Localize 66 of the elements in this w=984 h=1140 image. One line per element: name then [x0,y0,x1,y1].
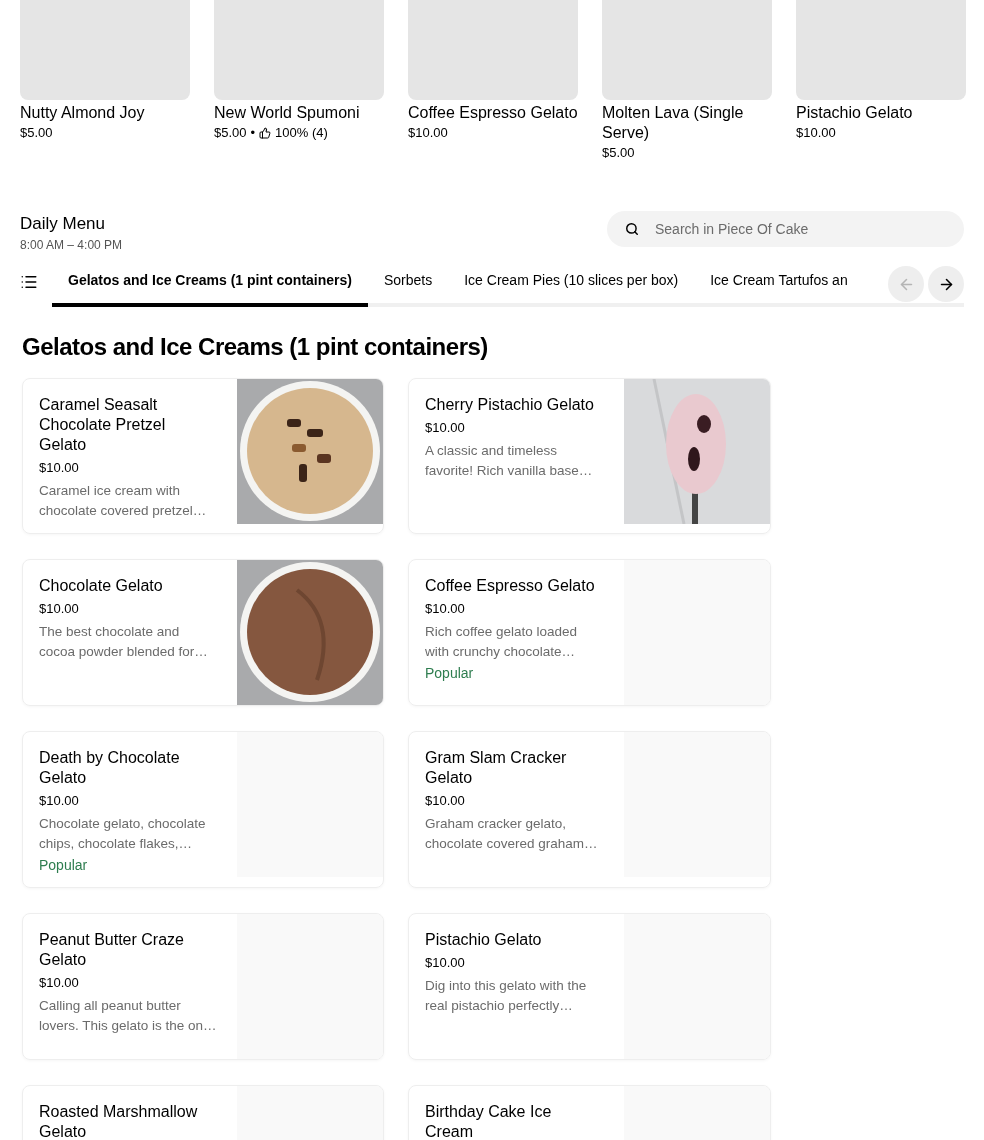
item-name: Pistachio Gelato [425,930,543,950]
item-price: $5.00 [602,144,635,162]
rating: 100% (4) [275,124,328,142]
item-description: Graham cracker gelato, chocolate covered graham… [425,815,597,853]
item-price: $10.00 [796,124,836,142]
item-price: $10.00 [425,419,466,437]
image-placeholder[interactable] [602,0,772,100]
item-price: $5.00 [20,124,53,142]
item-price: $10.00 [39,792,80,810]
item-price: $10.00 [39,974,80,992]
image-placeholder[interactable] [214,0,384,100]
item-name: Cherry Pistachio Gelato [425,395,595,415]
image-placeholder[interactable] [796,0,966,100]
scroll-forward-button[interactable] [928,266,964,302]
item-price: $10.00 [408,124,448,142]
item-name: Birthday Cake Ice Cream [425,1102,553,1140]
menu-item-card[interactable]: Caramel Seasalt Chocolate Pretzel Gelato $10.00 Caramel ice cream with chocolate covered pretzel… [22,378,384,534]
popular-tag: Popular [39,855,211,875]
item-name: New World Spumoni [214,103,361,123]
section-title: Gelatos and Ice Creams (1 pint containers) [21,333,489,361]
menu-item-card[interactable]: Roasted Marshmallow Gelato [22,1085,384,1140]
menu-item-card[interactable]: Birthday Cake Ice Cream [408,1085,771,1140]
item-name: Pistachio Gelato [796,103,914,123]
item-name: Peanut Butter Craze Gelato [39,930,185,970]
item-description: A classic and timeless favorite! Rich vanilla base… [425,442,594,480]
item-description: Rich coffee gelato loaded with crunchy chocolate… [425,623,579,661]
image-placeholder[interactable] [408,0,578,100]
popular-tag: Popular [425,663,597,683]
item-price: $10.00 [39,459,80,477]
search-field[interactable]: Search in Piece Of Cake [607,211,964,247]
image-placeholder[interactable] [20,0,190,100]
item-name: Gram Slam Cracker Gelato [425,748,568,788]
category-tab[interactable]: Ice Cream Tartufos an [694,266,864,307]
menu-item-card[interactable]: Peanut Butter Craze Gelato $10.00 Calling all peanut butter lovers. This gelato is the on… [22,913,384,1060]
menu-item-card[interactable]: Coffee Espresso Gelato $10.00 Rich coffee gelato loaded with crunchy chocolate… Popular [408,559,771,706]
item-name: Coffee Espresso Gelato [425,576,595,596]
item-description: Dig into this gelato with the real pistachio perfectly… [425,977,588,1015]
menu-list-icon[interactable] [20,273,38,291]
menu-item-card[interactable]: Death by Chocolate Gelato $10.00 Chocolate gelato, chocolate chips, chocolate flakes,… Popular [22,731,384,888]
item-name: Coffee Espresso Gelato [408,103,578,123]
item-name: Death by Chocolate Gelato [39,748,181,788]
item-price: $10.00 [425,600,466,618]
item-price: $5.00 [214,124,247,142]
menu-item-card[interactable]: Cherry Pistachio Gelato $10.00 A classic and timeless favorite! Rich vanilla base… [408,378,771,534]
thumbs-up-icon [259,127,272,139]
category-tab[interactable]: Gelatos and Ice Creams (1 pint containers) [52,266,368,307]
category-tab[interactable]: Sorbets [368,266,449,307]
item-name: Chocolate Gelato [39,576,164,596]
item-price: $10.00 [425,954,466,972]
item-price: $10.00 [425,792,466,810]
item-description: Chocolate gelato, chocolate chips, chocolate flakes,… [39,815,207,853]
menu-hours: 8:00 AM – 4:00 PM [20,237,123,254]
item-name: Molten Lava (Single Serve) [602,103,745,143]
item-name: Caramel Seasalt Chocolate Pretzel Gelato [39,395,167,455]
search-icon [625,222,639,236]
item-description: Caramel ice cream with chocolate covered pretzel… [39,482,208,520]
item-name: Nutty Almond Joy [20,103,146,123]
menu-item-card[interactable]: Chocolate Gelato $10.00 The best chocolate and cocoa powder blended for… [22,559,384,706]
menu-title: Daily Menu [20,214,107,234]
menu-item-card[interactable]: Gram Slam Cracker Gelato $10.00 Graham cracker gelato, chocolate covered graham… [408,731,771,888]
menu-item-card[interactable]: Pistachio Gelato $10.00 Dig into this gelato with the real pistachio perfectly… [408,913,771,1060]
item-description: The best chocolate and cocoa powder blended for… [39,623,209,661]
item-name: Roasted Marshmallow Gelato [39,1102,199,1140]
separator: • [250,124,256,142]
category-tab[interactable]: Ice Cream Pies (10 slices per box) [448,266,695,307]
item-price: $10.00 [39,600,80,618]
